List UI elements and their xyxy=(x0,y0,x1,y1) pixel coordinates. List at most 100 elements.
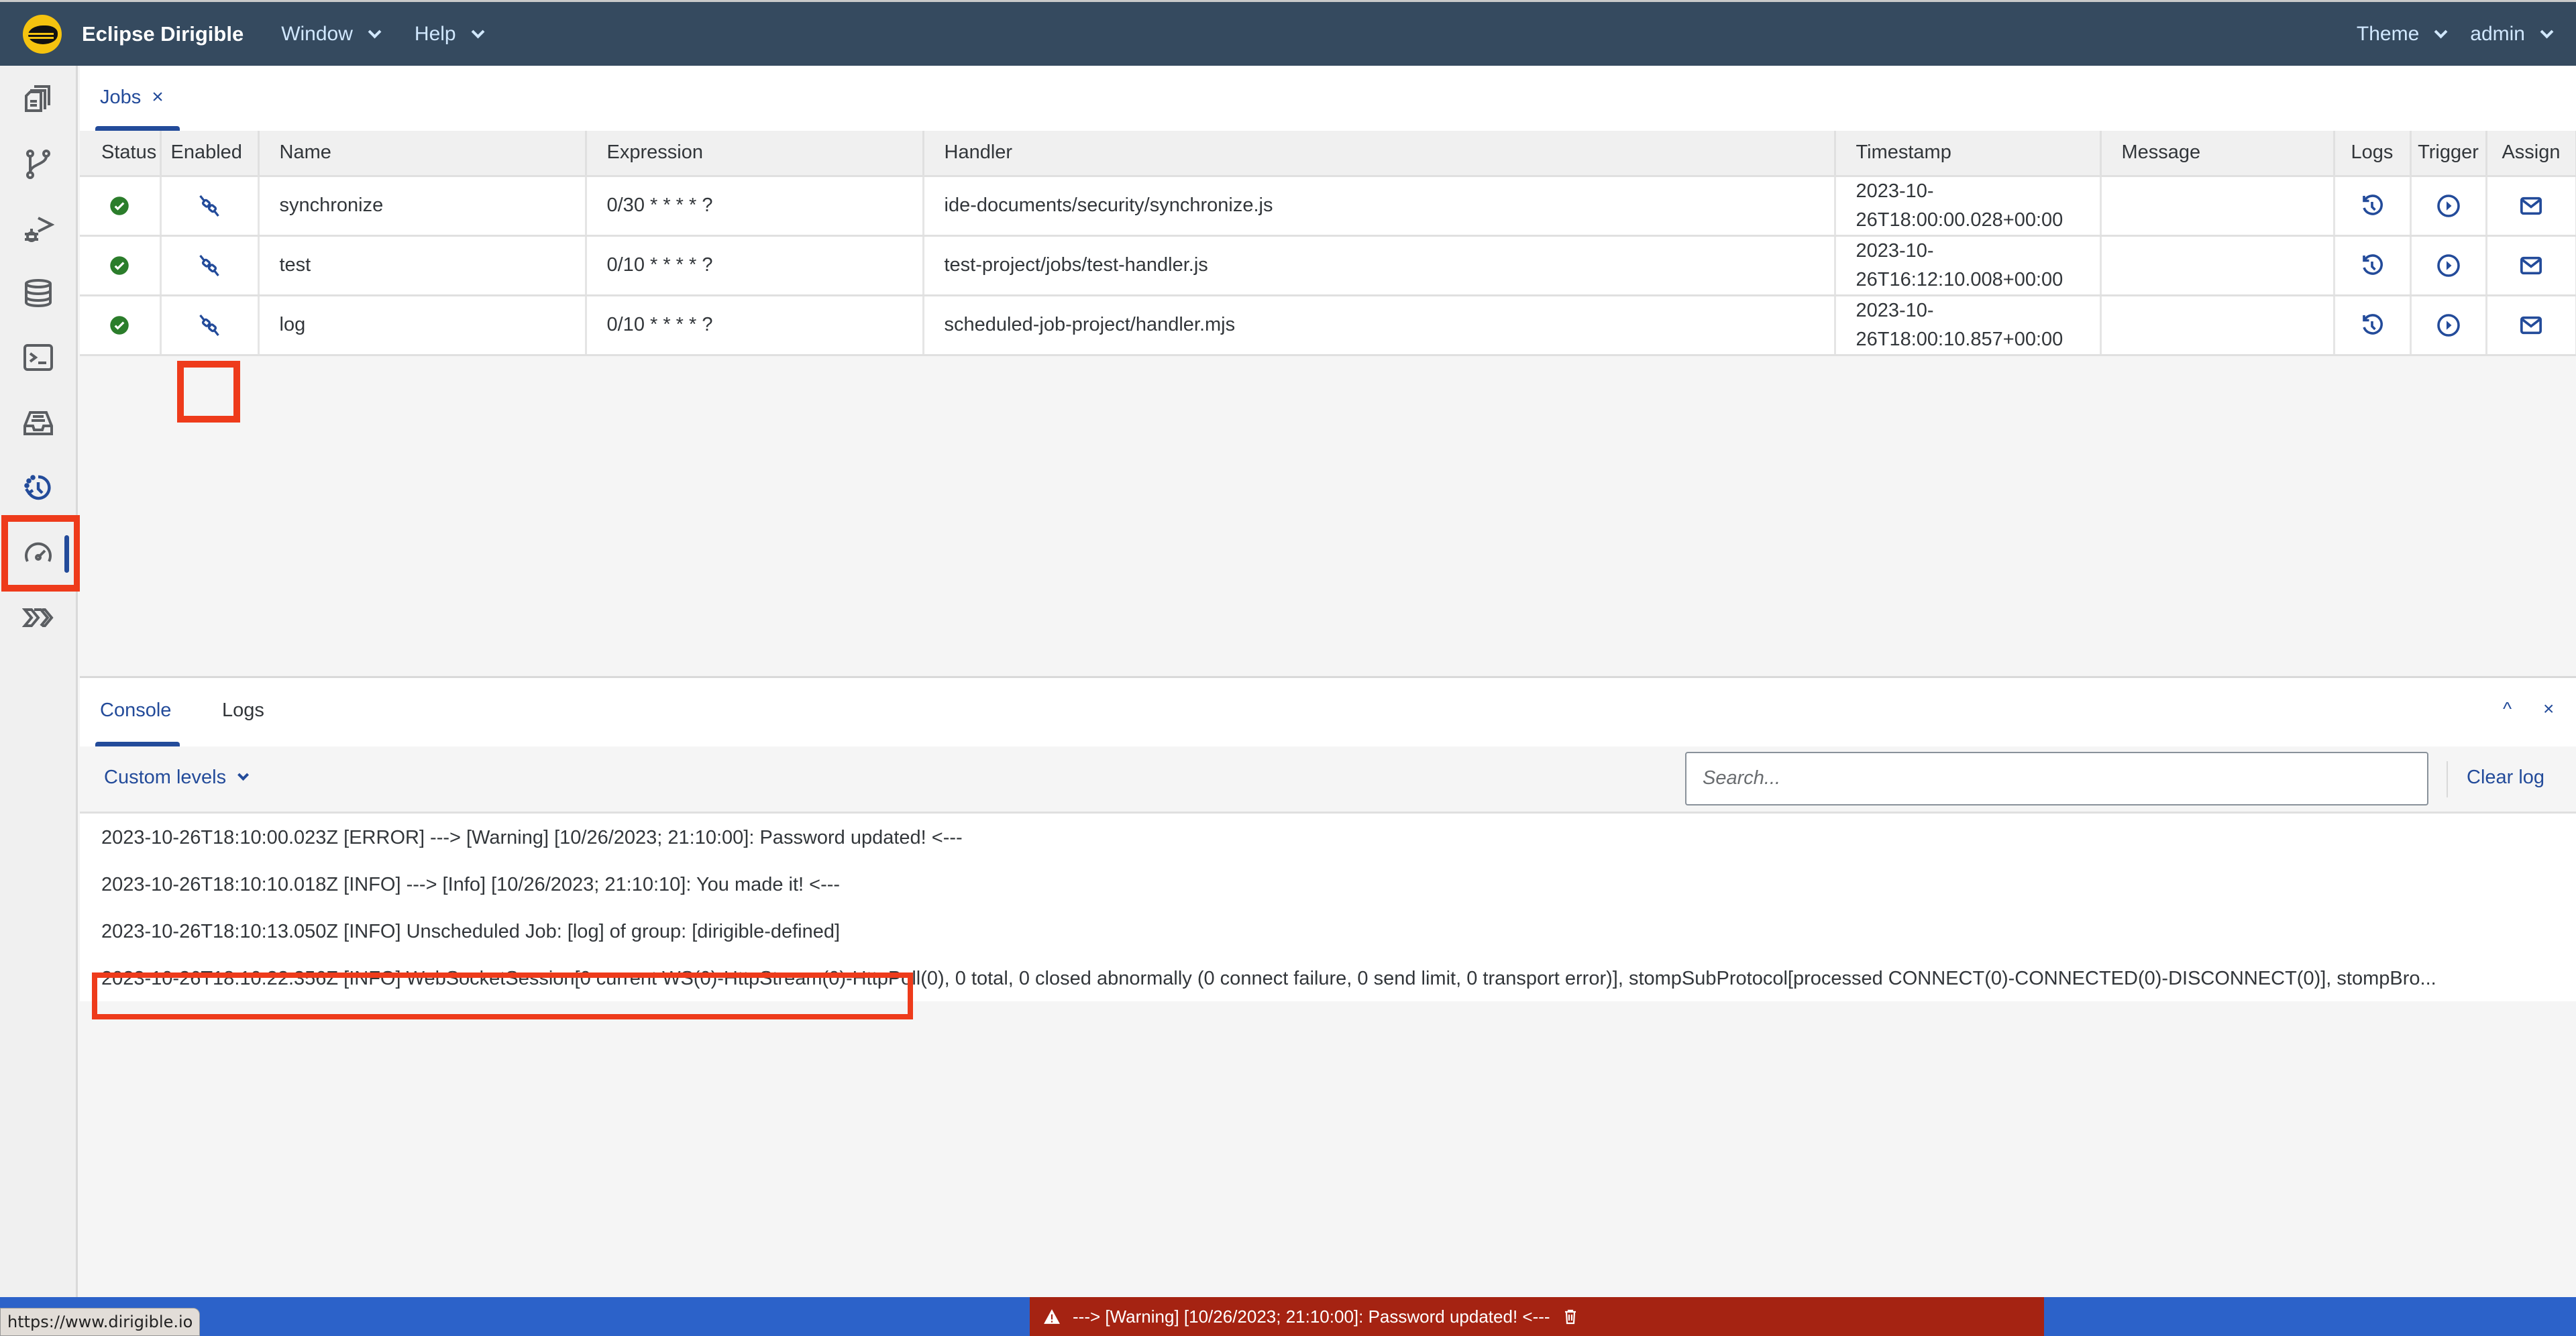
col-trigger: Trigger xyxy=(2410,131,2487,177)
log-line: 2023-10-26T18:10:10.018Z [INFO] ---> [In… xyxy=(101,873,841,895)
col-message: Message xyxy=(2100,131,2335,177)
sidebar-item-documents[interactable] xyxy=(16,76,60,121)
log-line: 2023-10-26T18:10:13.050Z [INFO] Unschedu… xyxy=(101,920,841,942)
logs-button[interactable] xyxy=(2334,295,2412,356)
app-title: Eclipse Dirigible xyxy=(82,21,244,46)
warning-text: ---> [Warning] [10/26/2023; 21:10:00]: P… xyxy=(1073,1306,1550,1327)
sidebar-item-terminal[interactable] xyxy=(16,335,60,380)
menu-window[interactable]: Window xyxy=(281,23,382,46)
mail-icon xyxy=(2520,316,2542,334)
custom-levels-dropdown[interactable]: Custom levels xyxy=(104,767,250,789)
unplug-icon xyxy=(199,254,219,276)
assign-button[interactable] xyxy=(2486,235,2576,296)
log-line: 2023-10-26T18:10:22.356Z [INFO] WebSocke… xyxy=(101,967,2436,989)
close-icon[interactable]: × xyxy=(2543,698,2554,720)
job-handler: ide-documents/security/synchronize.js xyxy=(923,176,1836,237)
tab-jobs[interactable]: Jobs × xyxy=(100,86,164,109)
trigger-button[interactable] xyxy=(2410,176,2487,237)
shell-bar: Eclipse Dirigible Window Help Theme admi… xyxy=(0,0,2576,66)
chevrons-icon xyxy=(22,608,54,627)
database-icon xyxy=(25,279,52,308)
sidebar-item-debugger[interactable] xyxy=(16,207,60,251)
col-enabled: Enabled xyxy=(160,131,260,177)
warning-notification[interactable]: ---> [Warning] [10/26/2023; 21:10:00]: P… xyxy=(1030,1297,2044,1336)
jobs-empty-area xyxy=(80,355,2576,678)
success-check-icon xyxy=(110,197,129,216)
job-timestamp: 2023-10-​26T18:00:00.028+00:00 xyxy=(1835,176,2102,237)
sidebar-item-operations[interactable] xyxy=(16,596,60,640)
status-cell xyxy=(80,176,162,237)
col-handler: Handler xyxy=(923,131,1836,177)
assign-button[interactable] xyxy=(2486,176,2576,237)
col-logs: Logs xyxy=(2334,131,2412,177)
history-icon xyxy=(2363,254,2383,275)
status-cell xyxy=(80,295,162,356)
terminal-icon xyxy=(23,344,53,371)
table-row[interactable]: test 0/10 * * * * ? test-project/jobs/test… xyxy=(80,235,2576,296)
documents-icon xyxy=(25,85,50,112)
chevron-down-icon xyxy=(2434,25,2448,38)
url-tooltip: https://www.dirigible.io xyxy=(0,1308,201,1336)
logs-button[interactable] xyxy=(2334,176,2412,237)
success-check-icon xyxy=(110,256,129,276)
menu-help[interactable]: Help xyxy=(415,23,485,46)
job-expression: 0/10 * * * * ? xyxy=(586,235,924,296)
scheduled-history-icon xyxy=(24,475,51,500)
table-header: Status Enabled Name Expression Handler T… xyxy=(80,131,2576,177)
status-cell xyxy=(80,235,162,296)
menu-user[interactable]: admin xyxy=(2470,23,2554,46)
trigger-button[interactable] xyxy=(2410,295,2487,356)
job-message xyxy=(2100,235,2335,296)
mail-icon xyxy=(2520,256,2542,274)
unplug-icon xyxy=(199,194,219,217)
job-handler: scheduled-job-project/handler.mjs xyxy=(923,295,1836,356)
play-icon xyxy=(2436,313,2460,337)
history-icon xyxy=(2363,313,2383,335)
col-name: Name xyxy=(258,131,587,177)
sidebar-item-inbox[interactable] xyxy=(16,401,60,445)
main-area: Jobs × Status Enabled Name Expression Ha… xyxy=(80,66,2576,1308)
enabled-toggle[interactable] xyxy=(160,295,260,356)
job-message xyxy=(2100,176,2335,237)
sidebar-item-database[interactable] xyxy=(16,271,60,315)
trash-icon[interactable] xyxy=(1562,1308,1578,1325)
logs-button[interactable] xyxy=(2334,235,2412,296)
console-output: 2023-10-26T18:10:00.023Z [ERROR] ---> [W… xyxy=(80,813,2576,1001)
debug-icon xyxy=(25,217,54,242)
assign-button[interactable] xyxy=(2486,295,2576,356)
close-icon[interactable]: × xyxy=(152,86,164,109)
clear-log-button[interactable]: Clear log xyxy=(2467,767,2544,789)
sidebar-item-monitoring[interactable] xyxy=(16,531,60,575)
table-row[interactable]: log 0/10 * * * * ? scheduled-job-project/h… xyxy=(80,295,2576,356)
toolbar-divider xyxy=(2447,761,2448,797)
history-icon xyxy=(2363,194,2383,215)
job-name: test xyxy=(258,235,587,296)
job-timestamp: 2023-10-​26T16:12:10.008+00:00 xyxy=(1835,235,2102,296)
job-name: log xyxy=(258,295,587,356)
menu-theme[interactable]: Theme xyxy=(2357,23,2448,46)
chevron-down-icon xyxy=(237,769,250,781)
sidebar-item-jobs[interactable] xyxy=(16,465,60,510)
enabled-toggle[interactable] xyxy=(160,176,260,237)
bottom-panel-tabs: Console Logs ^ × xyxy=(80,677,2576,746)
col-timestamp: Timestamp xyxy=(1835,131,2102,177)
enabled-toggle[interactable] xyxy=(160,235,260,296)
editor-tabbar: Jobs × xyxy=(80,66,2576,131)
tab-console[interactable]: Console xyxy=(100,700,171,722)
sidebar-item-git[interactable] xyxy=(16,142,60,186)
job-expression: 0/30 * * * * ? xyxy=(586,176,924,237)
unplug-icon xyxy=(199,314,219,336)
success-check-icon xyxy=(110,316,129,335)
trigger-button[interactable] xyxy=(2410,235,2487,296)
tab-active-indicator xyxy=(95,741,180,746)
dirigible-logo xyxy=(23,14,62,54)
job-expression: 0/10 * * * * ? xyxy=(586,295,924,356)
search-input[interactable] xyxy=(1685,751,2428,805)
console-toolbar: Custom levels Clear log xyxy=(80,746,2576,814)
collapse-icon[interactable]: ^ xyxy=(2503,698,2512,720)
tab-logs[interactable]: Logs xyxy=(222,700,264,722)
job-timestamp: 2023-10-​26T18:00:10.857+00:00 xyxy=(1835,295,2102,356)
table-row[interactable]: synchronize 0/30 * * * * ? ide-documents/s… xyxy=(80,176,2576,237)
jobs-table: Status Enabled Name Expression Handler T… xyxy=(80,131,2576,356)
chevron-down-icon xyxy=(2540,25,2554,38)
